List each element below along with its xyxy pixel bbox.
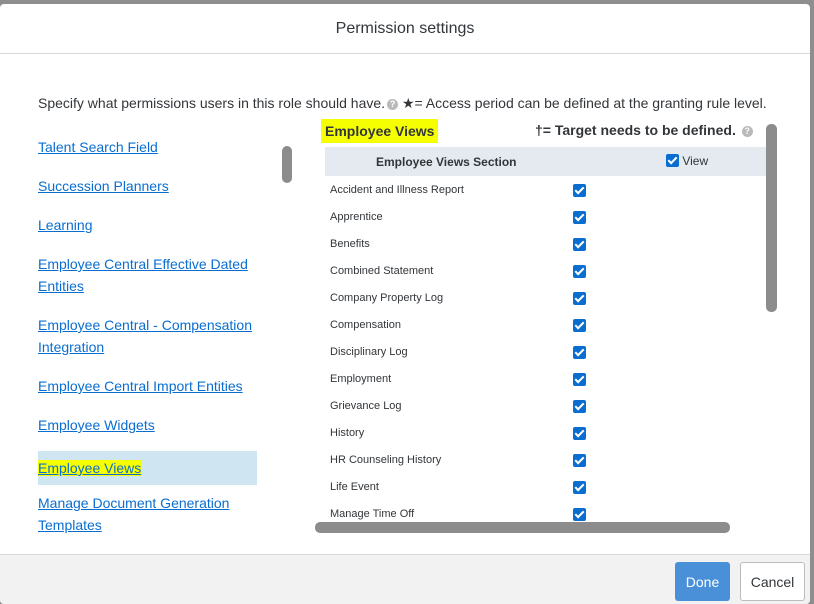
view-checkbox[interactable] [573, 373, 586, 386]
view-checkbox[interactable] [573, 319, 586, 332]
description-text: Specify what permissions users in this r… [38, 95, 386, 111]
view-header-label: View [682, 154, 709, 168]
permissions-table-body: Accident and Illness Report Apprentice B… [325, 177, 766, 522]
row-label: History [330, 427, 365, 439]
table-row: Life Event [325, 474, 766, 501]
row-label: Company Property Log [330, 292, 444, 304]
table-horizontal-scrollbar[interactable] [315, 522, 730, 533]
view-checkbox[interactable] [573, 508, 586, 521]
description-line: Specify what permissions users in this r… [38, 95, 767, 112]
nav-item-employee-views-label: Employee Views [38, 460, 142, 476]
row-label: Life Event [330, 481, 379, 493]
table-row: History [325, 420, 766, 447]
table-row: Benefits [325, 231, 766, 258]
table-row: Apprentice [325, 204, 766, 231]
row-label: Benefits [330, 238, 370, 250]
nav-item-employee-widgets[interactable]: Employee Widgets [38, 414, 258, 436]
nav-item-ec-effective-dated-entities[interactable]: Employee Central Effective Dated Entitie… [38, 253, 258, 297]
nav-item-employee-views[interactable]: Employee Views [38, 451, 257, 485]
row-label: Manage Time Off [330, 508, 415, 520]
dialog-title: Permission settings [335, 19, 475, 37]
dialog-header: Permission settings [0, 4, 810, 54]
row-label: Accident and Illness Report [330, 184, 464, 196]
section-column-header: Employee Views Section [376, 155, 517, 169]
nav-item-ec-import-entities[interactable]: Employee Central Import Entities [38, 375, 258, 397]
table-vertical-scrollbar[interactable] [766, 124, 777, 312]
star-note: ★= Access period can be defined at the g… [401, 95, 767, 111]
target-note-text: †= Target needs to be defined. [535, 122, 736, 138]
table-row: Grievance Log [325, 393, 766, 420]
view-column-header: View [666, 154, 708, 168]
left-list-scrollbar[interactable] [282, 146, 292, 183]
table-row: Employment [325, 366, 766, 393]
view-checkbox[interactable] [573, 184, 586, 197]
help-icon[interactable]: ? [387, 99, 399, 110]
view-checkbox[interactable] [573, 427, 586, 440]
table-row: Company Property Log [325, 285, 766, 312]
cancel-button[interactable]: Cancel [740, 562, 805, 601]
row-label: Employment [330, 373, 392, 385]
table-row: Manage Time Off [325, 501, 766, 522]
permissions-table-header: Employee Views Section View [325, 147, 766, 176]
permission-settings-dialog: Permission settings Specify what permiss… [0, 4, 810, 604]
section-title: Employee Views [321, 119, 439, 143]
view-checkbox[interactable] [573, 265, 586, 278]
row-label: Compensation [330, 319, 401, 331]
row-label: Grievance Log [330, 400, 402, 412]
nav-item-learning[interactable]: Learning [38, 214, 258, 236]
row-label: Combined Statement [330, 265, 434, 277]
target-note: †= Target needs to be defined. ? [535, 122, 753, 138]
table-row: Combined Statement [325, 258, 766, 285]
table-row: HR Counseling History [325, 447, 766, 474]
nav-item-succession-planners[interactable]: Succession Planners [38, 175, 258, 197]
view-checkbox[interactable] [573, 238, 586, 251]
row-label: Disciplinary Log [330, 346, 408, 358]
nav-item-talent-search-field[interactable]: Talent Search Field [38, 136, 258, 158]
row-label: HR Counseling History [330, 454, 442, 466]
dialog-footer: Done Cancel [0, 554, 810, 604]
table-row: Disciplinary Log [325, 339, 766, 366]
view-all-checkbox[interactable] [666, 154, 679, 167]
nav-item-ec-compensation-integration[interactable]: Employee Central - Compensation Integrat… [38, 314, 258, 358]
view-checkbox[interactable] [573, 292, 586, 305]
nav-item-manage-document-generation-templates[interactable]: Manage Document Generation Templates [38, 492, 258, 536]
view-checkbox[interactable] [573, 211, 586, 224]
target-help-icon[interactable]: ? [741, 126, 753, 137]
table-row: Compensation [325, 312, 766, 339]
done-button[interactable]: Done [675, 562, 730, 601]
view-checkbox[interactable] [573, 400, 586, 413]
view-checkbox[interactable] [573, 481, 586, 494]
row-label: Apprentice [330, 211, 383, 223]
view-checkbox[interactable] [573, 454, 586, 467]
view-checkbox[interactable] [573, 346, 586, 359]
table-row: Accident and Illness Report [325, 177, 766, 204]
